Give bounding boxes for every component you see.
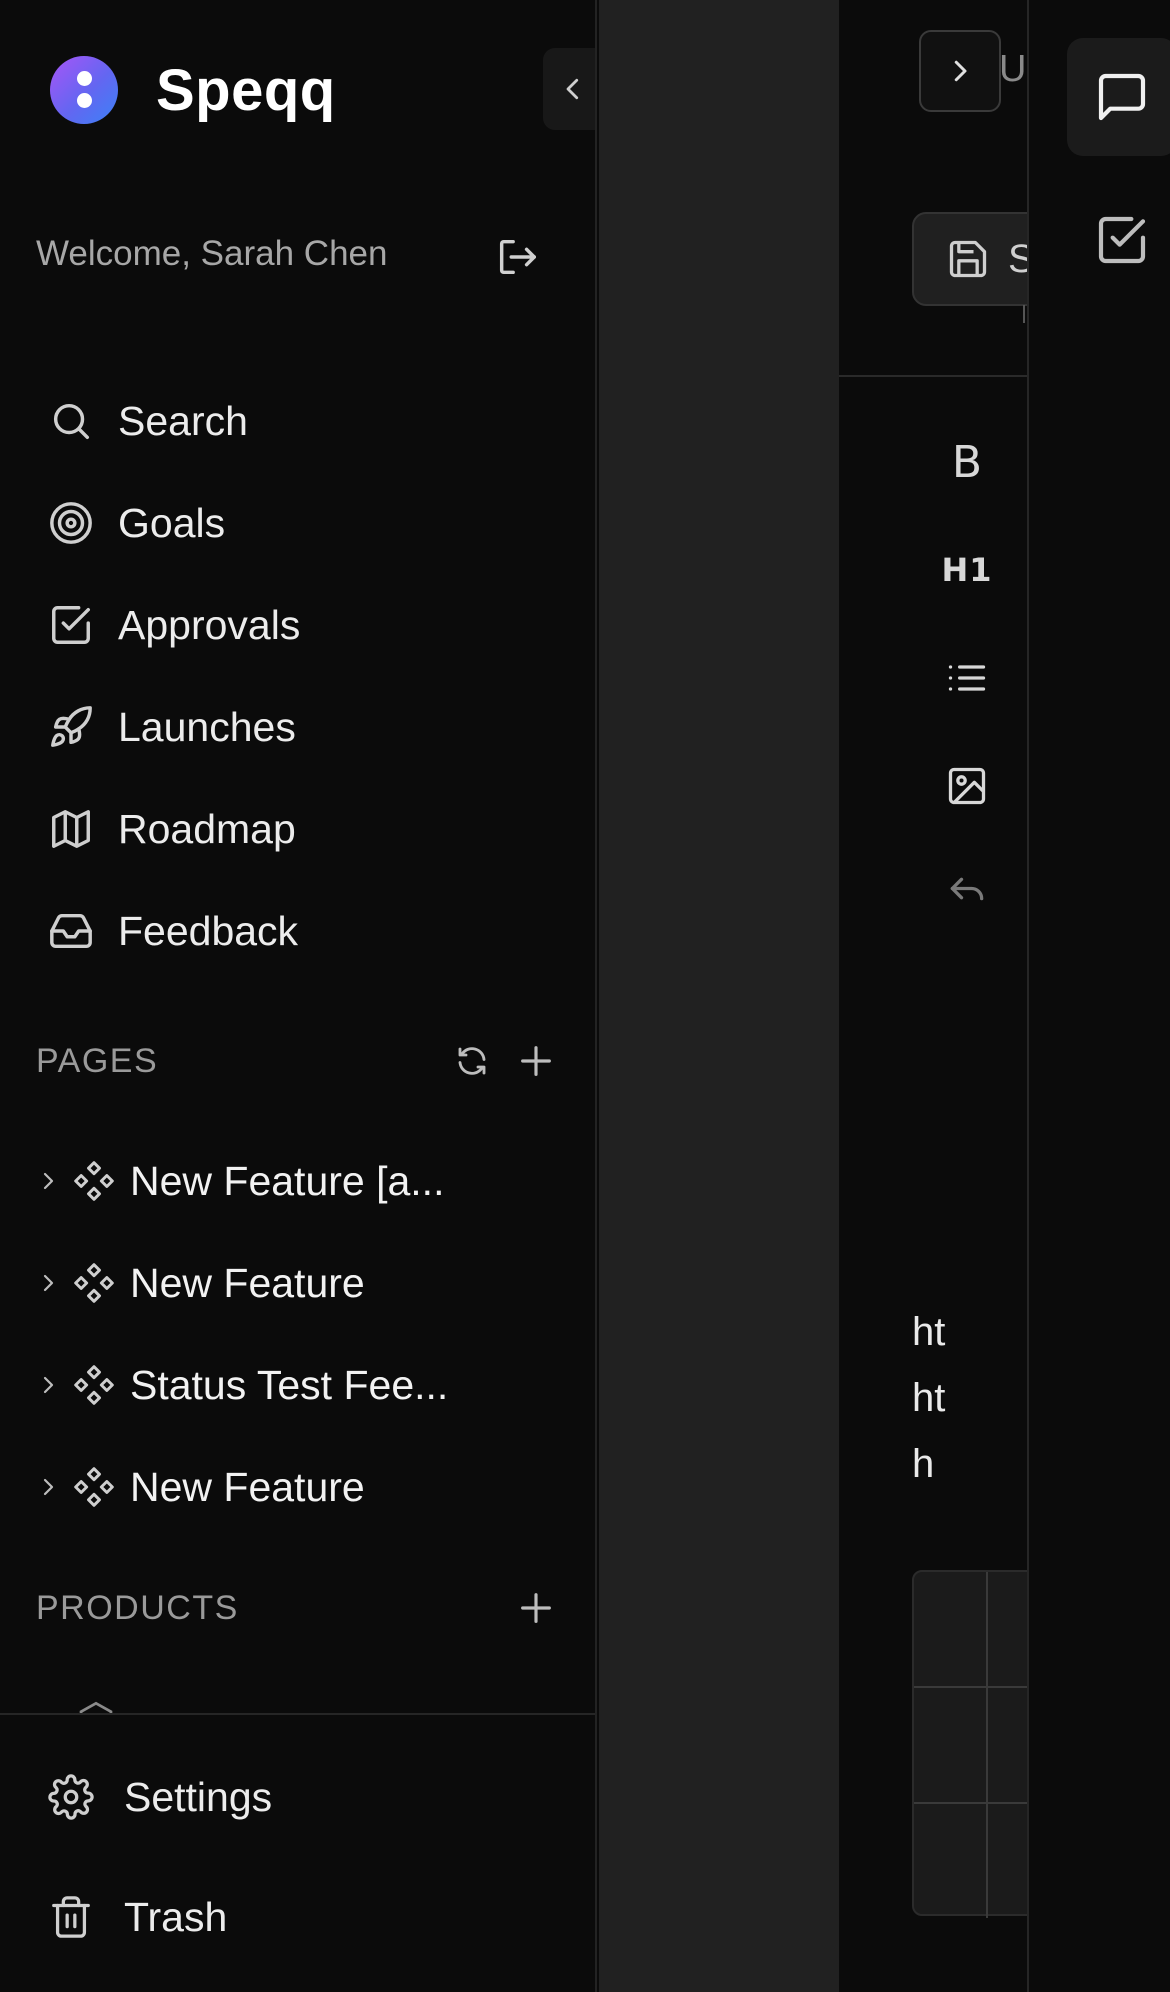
body-text-line: h [912,1442,935,1486]
main-nav: Search Goals Approvals Launches Roadmap … [0,370,595,982]
collapse-sidebar-button[interactable] [543,48,595,130]
sidebar-footer: Settings Trash [0,1713,595,1992]
tasks-button[interactable] [1067,185,1170,295]
list-icon [948,665,986,691]
welcome-text: Welcome, Sarah Chen [36,234,388,273]
list-button[interactable] [943,654,991,702]
footer-label: Settings [124,1773,273,1820]
heading-button[interactable]: H1 [941,546,993,594]
nav-label: Approvals [118,601,301,648]
nav-label: Goals [118,499,226,546]
component-icon [74,1161,114,1201]
editor-area: U S B H1 ht ht h [839,0,1027,1992]
page-label: New Feature [130,1259,365,1306]
save-icon [949,240,987,278]
page-label: New Feature [a... [130,1157,445,1204]
save-label: S [1008,236,1027,281]
nav-item-approvals[interactable]: Approvals [0,574,595,676]
save-button[interactable]: S [912,212,1027,306]
brand-row[interactable]: Speqq [50,56,336,124]
nav-item-feedback[interactable]: Feedback [0,880,595,982]
footer-label: Trash [124,1893,228,1940]
search-icon [53,403,90,440]
products-section-header: PRODUCTS [36,1578,556,1638]
map-icon [52,810,90,848]
toolbar-divider [839,375,1027,377]
chevron-right-icon[interactable] [36,1475,60,1499]
chevron-left-icon [566,78,579,100]
bold-button[interactable]: B [943,436,991,488]
undo-button[interactable] [943,870,991,918]
gear-icon [48,1774,94,1820]
add-page-icon[interactable] [516,1041,556,1081]
component-icon [74,1467,114,1507]
table-block[interactable] [912,1570,1027,1918]
body-text-line: ht [912,1310,946,1354]
message-square-icon [1098,73,1146,121]
logout-button[interactable] [494,234,540,285]
nav-item-roadmap[interactable]: Roadmap [0,778,595,880]
image-icon [948,767,986,805]
nav-label: Search [118,397,248,444]
image-button[interactable] [943,762,991,810]
chevron-right-icon [954,60,967,82]
bold-icon: B [951,436,983,488]
page-item[interactable]: New Feature [0,1232,595,1334]
page-item[interactable]: New Feature [0,1436,595,1538]
rocket-icon [51,706,92,747]
logout-icon [499,239,536,275]
logo-icon [50,56,118,124]
sidebar: Speqq Welcome, Sarah Chen Search Goals A… [0,0,597,1992]
table-row-divider [914,1802,1027,1804]
pages-section-header: PAGES [36,1031,556,1091]
nav-item-search[interactable]: Search [0,370,595,472]
target-icon [50,502,92,544]
table-row-divider [914,1686,1027,1688]
nav-label: Launches [118,703,296,750]
add-product-icon[interactable] [516,1588,556,1628]
pages-list: New Feature [a... New Feature Status Tes… [0,1130,595,1538]
body-text-line: ht [912,1376,946,1420]
chevron-right-icon[interactable] [36,1169,60,1193]
component-icon [74,1263,114,1303]
check-square-icon [1098,216,1146,264]
check-square-icon [52,606,90,644]
nav-label: Roadmap [118,805,296,852]
inbox-icon [50,913,92,949]
page-item[interactable]: New Feature [a... [0,1130,595,1232]
settings-item[interactable]: Settings [0,1737,595,1857]
chevron-right-icon[interactable] [36,1373,60,1397]
right-rail [1027,0,1170,1992]
pages-section-title: PAGES [36,1041,159,1080]
nav-label: Feedback [118,907,299,954]
divider-tick [1023,305,1025,323]
chevron-right-icon[interactable] [36,1271,60,1295]
trash-icon [52,1896,90,1938]
undo-icon [950,877,984,901]
refresh-icon[interactable] [454,1043,490,1079]
trash-item[interactable]: Trash [0,1857,595,1977]
overlay-panel [599,0,839,1992]
heading-icon: H1 [941,551,993,589]
products-section-title: PRODUCTS [36,1588,239,1627]
page-label: Status Test Fee... [130,1361,449,1408]
brand-name: Speqq [156,57,336,123]
nav-item-launches[interactable]: Launches [0,676,595,778]
page-item[interactable]: Status Test Fee... [0,1334,595,1436]
expand-panel-button[interactable] [919,30,1001,112]
component-icon [74,1365,114,1405]
table-column-divider [986,1572,988,1918]
comments-button[interactable] [1067,38,1170,156]
nav-item-goals[interactable]: Goals [0,472,595,574]
page-title-fragment: U [999,48,1027,90]
page-label: New Feature [130,1463,365,1510]
